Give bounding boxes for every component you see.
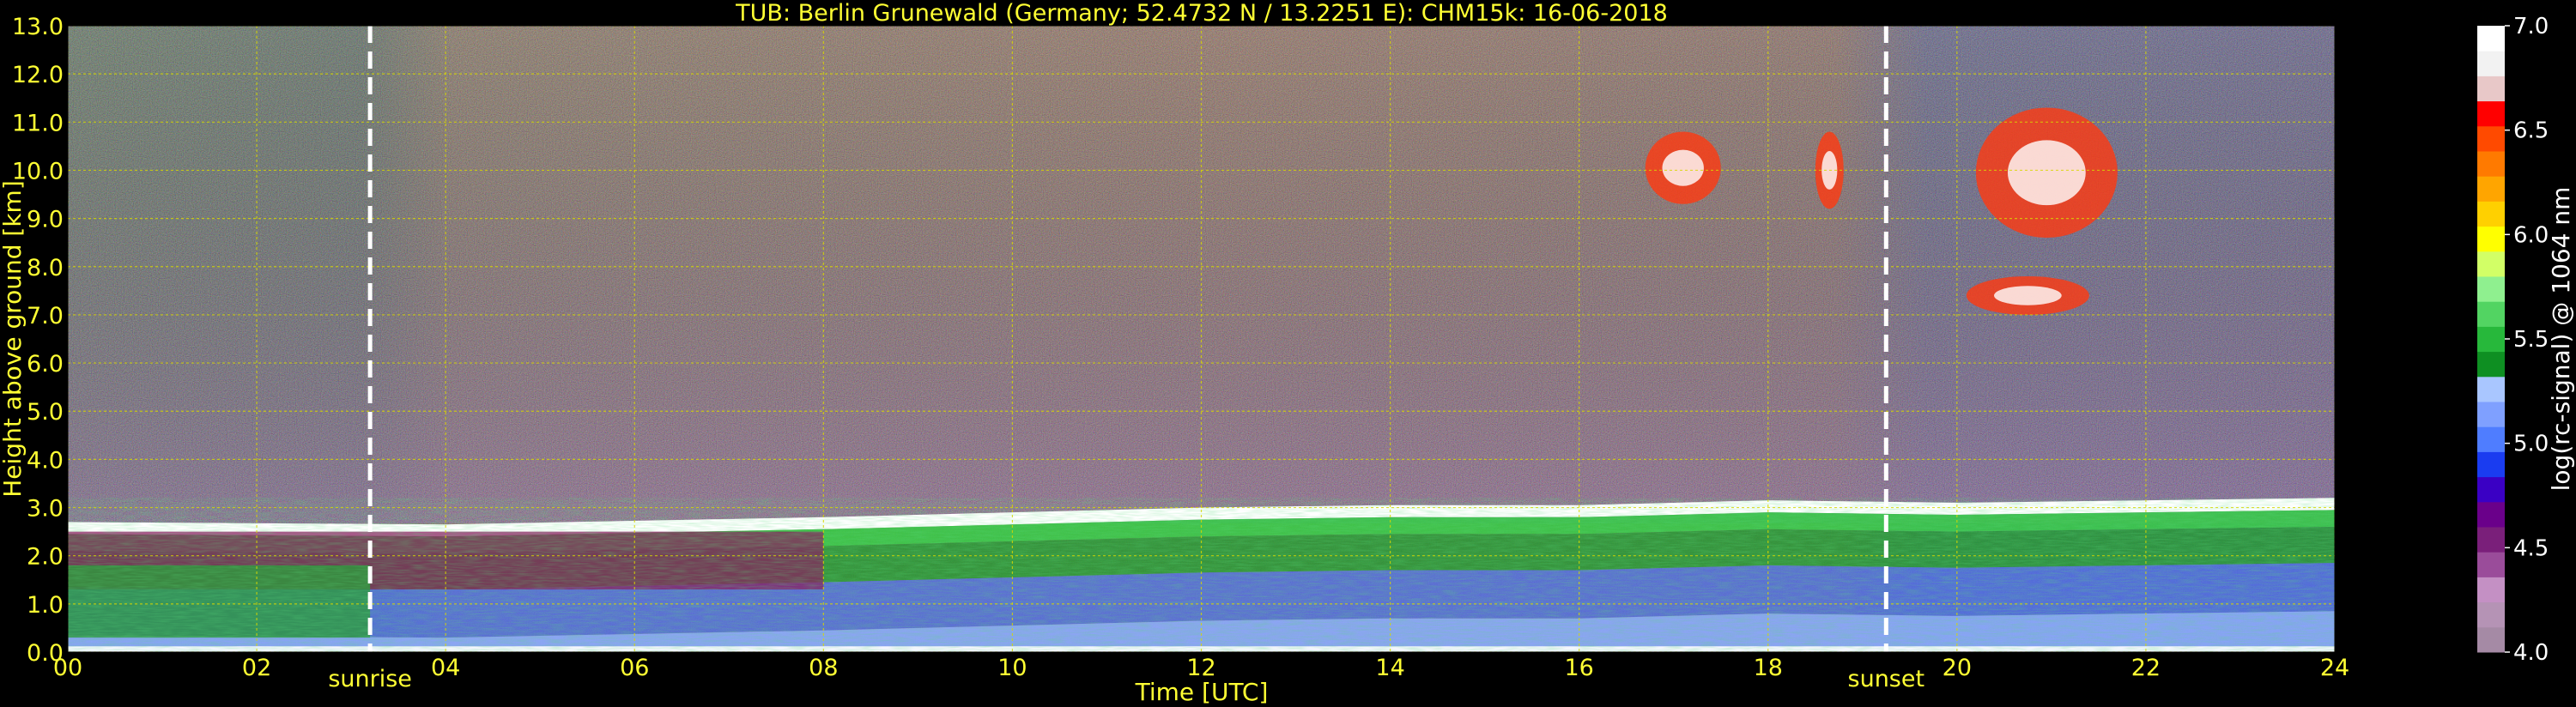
colorbar-tick-label: 5.0 (2513, 432, 2549, 457)
colorbar-swatch (2477, 501, 2505, 528)
colorbar-swatch (2477, 577, 2505, 603)
colorbar-swatch (2477, 601, 2505, 628)
event-label-sunset: sunset (1848, 666, 1925, 692)
colorbar-swatch (2477, 351, 2505, 378)
x-tick-label: 14 (1375, 655, 1404, 681)
x-tick-label: 08 (809, 655, 838, 681)
colorbar-tick-label: 4.0 (2513, 640, 2549, 666)
x-tick-label: 20 (1943, 655, 1972, 681)
colorbar-swatch (2477, 100, 2505, 127)
y-tick-label: 3.0 (27, 496, 64, 523)
y-tick-label: 0.0 (27, 640, 64, 667)
y-axis-label: Height above ground [km] (0, 180, 27, 498)
y-tick-label: 9.0 (27, 207, 64, 233)
x-tick-label: 02 (242, 655, 271, 681)
colorbar-swatch (2477, 51, 2505, 76)
x-tick-label: 22 (2131, 655, 2161, 681)
x-tick-label: 24 (2320, 655, 2349, 681)
colorbar-label: log(rc-signal) @ 1064 nm (2547, 187, 2575, 492)
colorbar-tick-label: 6.5 (2513, 118, 2549, 144)
colorbar-swatch (2477, 451, 2505, 478)
x-axis-label: Time [UTC] (1135, 678, 1269, 706)
colorbar-swatch (2477, 251, 2505, 277)
colorbar-swatch (2477, 176, 2505, 202)
y-tick-label: 13.0 (12, 14, 64, 40)
colorbar-swatch (2477, 151, 2505, 177)
colorbar-swatch (2477, 301, 2505, 327)
colorbar-swatch (2477, 326, 2505, 353)
colorbar (2477, 26, 2505, 653)
colorbar-swatch (2477, 26, 2505, 51)
x-tick-label: 10 (997, 655, 1027, 681)
y-tick-label: 4.0 (27, 447, 64, 474)
cloud-core (1662, 149, 1704, 186)
y-tick-label: 6.0 (27, 351, 64, 378)
colorbar-tick-label: 6.0 (2513, 222, 2549, 248)
colorbar-swatch (2477, 276, 2505, 302)
y-tick-label: 8.0 (27, 255, 64, 281)
x-tick-label: 06 (620, 655, 649, 681)
colorbar-swatch (2477, 201, 2505, 227)
y-tick-label: 11.0 (12, 110, 64, 136)
y-tick-label: 12.0 (12, 62, 64, 88)
colorbar-swatch (2477, 626, 2505, 653)
plot-area (68, 26, 2335, 652)
colorbar-swatch (2477, 426, 2505, 452)
x-tick-label: 18 (1754, 655, 1783, 681)
cloud-core (2007, 140, 2086, 206)
colorbar-swatch (2477, 125, 2505, 152)
colorbar-swatch (2477, 226, 2505, 252)
event-label-sunrise: sunrise (328, 666, 412, 692)
colorbar-swatch (2477, 527, 2505, 553)
y-tick-label: 7.0 (27, 303, 64, 329)
colorbar-swatch (2477, 476, 2505, 503)
colorbar-swatch (2477, 76, 2505, 102)
cloud-core (1994, 286, 2062, 305)
colorbar-tick-label: 7.0 (2513, 14, 2549, 39)
colorbar-ticks: 4.0 4.5 5.0 5.5 6.0 6.5 7.0 (2505, 14, 2549, 666)
colorbar-swatch (2477, 552, 2505, 577)
y-tick-label: 5.0 (27, 399, 64, 426)
colorbar-swatch (2477, 376, 2505, 402)
y-tick-label: 1.0 (27, 592, 64, 619)
x-tick-label: 04 (431, 655, 460, 681)
sun-event-labels: sunrise sunset (328, 666, 1924, 692)
colorbar-tick-label: 5.5 (2513, 327, 2549, 353)
y-tick-label: 2.0 (27, 544, 64, 571)
lidar-figure: TUB: Berlin Grunewald (Germany; 52.4732 … (0, 0, 2575, 706)
colorbar-swatch (2477, 402, 2505, 427)
chart-title: TUB: Berlin Grunewald (Germany; 52.4732 … (735, 0, 1668, 27)
x-tick-label: 16 (1564, 655, 1593, 681)
colorbar-tick-label: 4.5 (2513, 535, 2549, 561)
